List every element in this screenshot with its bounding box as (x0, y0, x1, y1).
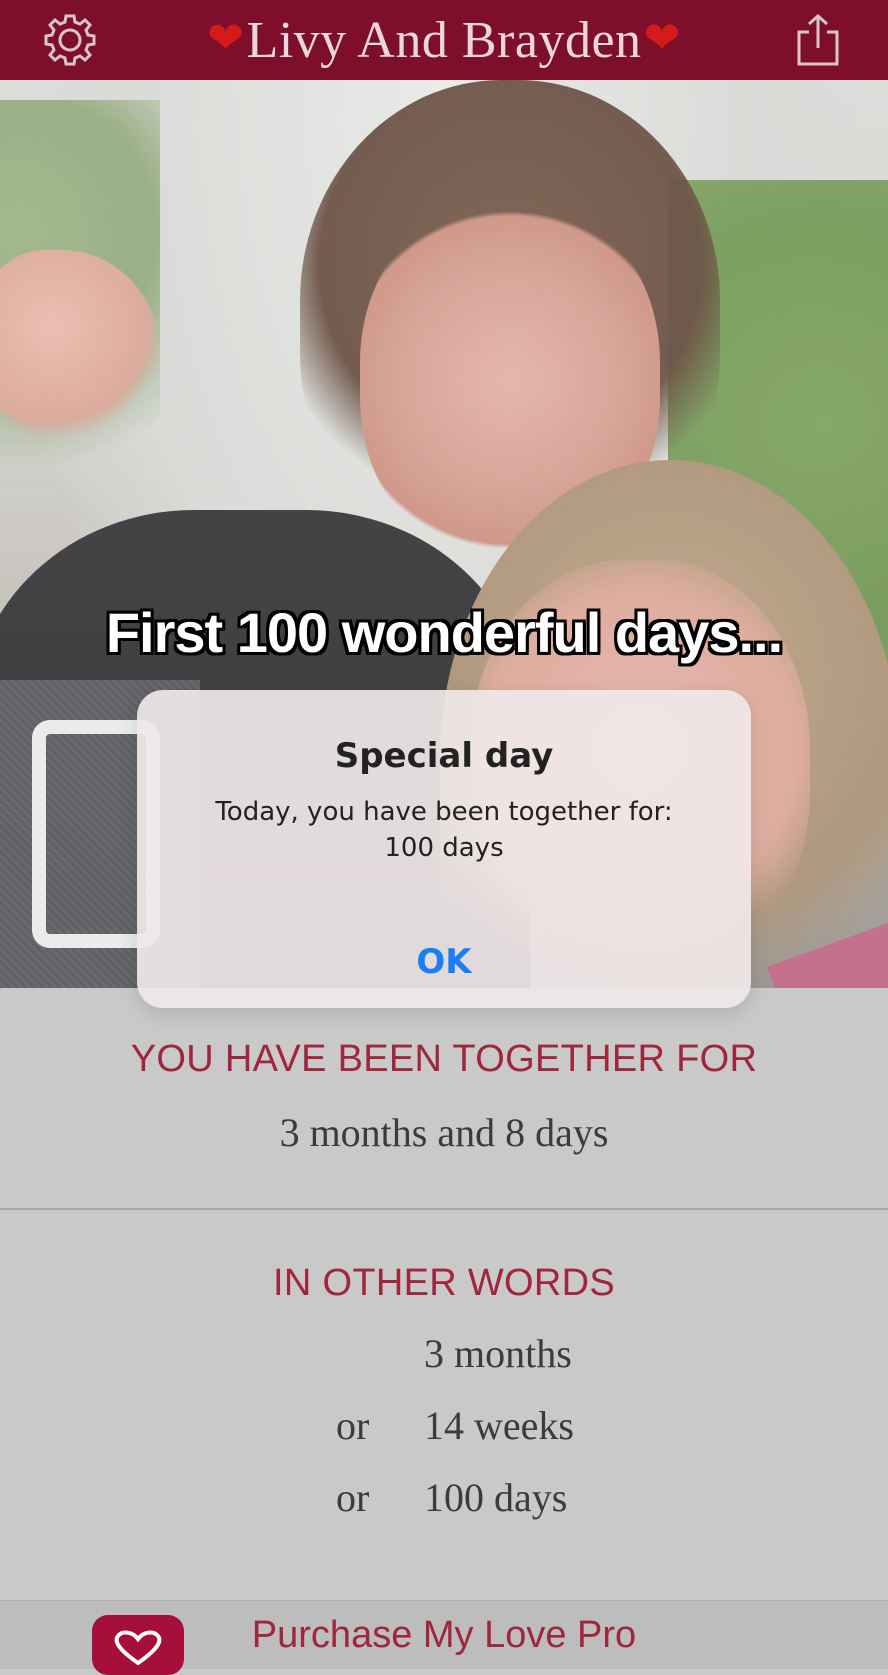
purchase-bar[interactable]: Purchase My Love Pro (0, 1600, 888, 1675)
other-words-section: IN OTHER WORDS (0, 1262, 888, 1305)
together-section: YOU HAVE BEEN TOGETHER FOR 3 months and … (0, 1038, 888, 1156)
row-value: 14 weeks (424, 1403, 574, 1448)
couple-names: Livy And Brayden (246, 11, 642, 69)
list-item: 3 months (0, 1320, 888, 1390)
list-item: or 14 weeks (0, 1392, 888, 1462)
alert-message: Today, you have been together for: 100 d… (137, 794, 751, 866)
alert-message-line: Today, you have been together for: (215, 797, 673, 827)
other-words-heading: IN OTHER WORDS (273, 1262, 615, 1304)
alert-message-line: 100 days (384, 833, 504, 863)
top-bar: ❤ Livy And Brayden ❤ (0, 0, 888, 80)
row-value: 100 days (424, 1475, 568, 1520)
special-day-alert: Special day Today, you have been togethe… (137, 690, 751, 1008)
alert-title: Special day (334, 736, 554, 776)
purchase-pro-link[interactable]: Purchase My Love Pro (0, 1601, 888, 1669)
photo-caption: First 100 wonderful days... (105, 601, 783, 664)
row-value: 3 months (424, 1331, 572, 1376)
ok-button[interactable]: OK (137, 942, 751, 982)
divider (0, 1208, 888, 1210)
row-prefix: or (336, 1475, 370, 1520)
together-heading: YOU HAVE BEEN TOGETHER FOR (130, 1038, 758, 1080)
share-icon (797, 13, 839, 66)
row-prefix: or (336, 1403, 370, 1448)
together-value: 3 months and 8 days (279, 1110, 609, 1155)
heart-icon: ❤ (643, 13, 681, 63)
share-button[interactable] (778, 0, 858, 80)
heart-icon: ❤ (207, 13, 245, 63)
list-item: or 100 days (0, 1464, 888, 1534)
app-title: ❤ Livy And Brayden ❤ (0, 0, 888, 80)
